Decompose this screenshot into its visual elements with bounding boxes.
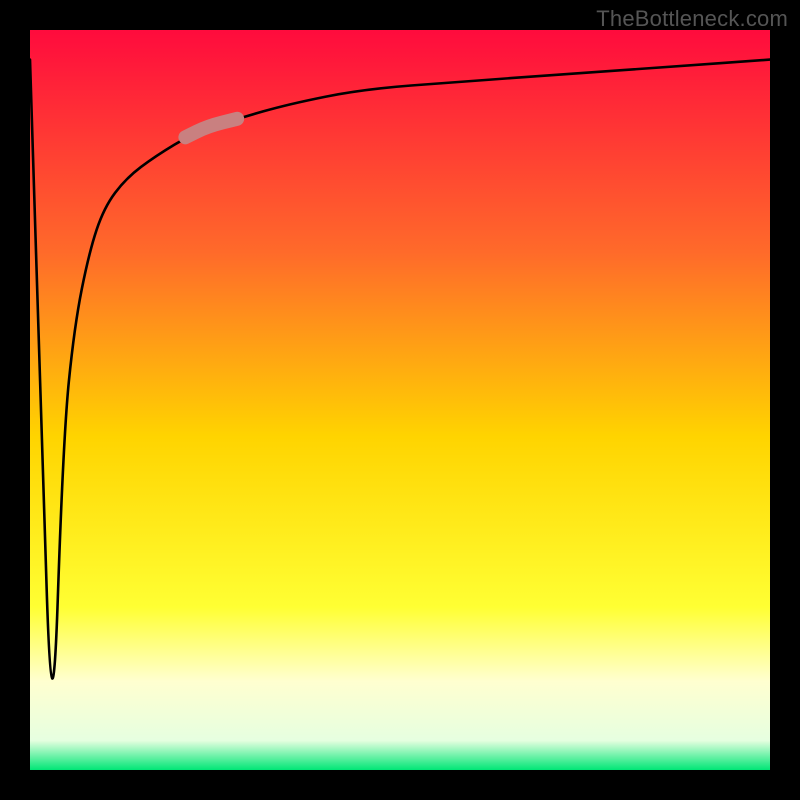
bottleneck-chart — [0, 0, 800, 800]
watermark-text: TheBottleneck.com — [596, 6, 788, 32]
plot-background — [30, 30, 770, 770]
